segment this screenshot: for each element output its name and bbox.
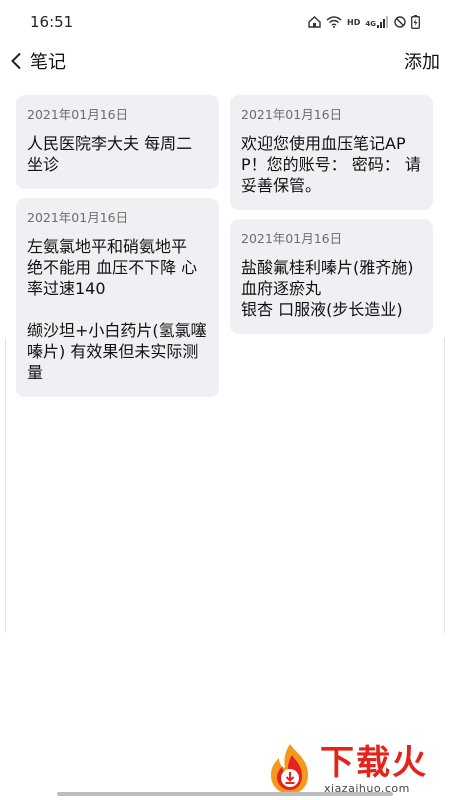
left-edge-divider (0, 338, 6, 633)
right-edge-divider (444, 338, 450, 633)
status-bar: 16:51 HD 4G (0, 0, 450, 44)
note-card[interactable]: 2021年01月16日 欢迎您使用血压笔记APP！您的账号： 密码： 请妥善保管… (230, 95, 433, 210)
wifi-icon (326, 16, 342, 28)
status-time: 16:51 (30, 13, 74, 31)
note-text: 欢迎您使用血压笔记APP！您的账号： 密码： 请妥善保管。 (241, 134, 421, 195)
nav-bar: 笔记 添加 (0, 44, 450, 78)
watermark-text: 下载火 xiazaihuo.com (320, 744, 428, 795)
home-indicator[interactable] (57, 792, 393, 796)
note-text: 人民医院李大夫 每周二坐诊 (27, 134, 193, 174)
flame-download-logo-icon (262, 741, 318, 797)
add-button[interactable]: 添加 (404, 48, 440, 74)
note-card[interactable]: 2021年01月16日 人民医院李大夫 每周二坐诊 (16, 95, 219, 189)
note-date: 2021年01月16日 (241, 231, 343, 246)
note-date: 2021年01月16日 (27, 107, 129, 122)
status-icons: HD 4G (308, 15, 420, 29)
note-date: 2021年01月16日 (27, 210, 129, 225)
back-button[interactable]: 笔记 (6, 48, 66, 74)
notes-column-right: 2021年01月16日 欢迎您使用血压笔记APP！您的账号： 密码： 请妥善保管… (230, 95, 433, 397)
note-date: 2021年01月16日 (241, 107, 343, 122)
home-indicator-bar (57, 792, 393, 796)
do-not-disturb-icon (394, 16, 406, 28)
signal-label: 4G (365, 20, 376, 28)
page-title: 笔记 (30, 52, 66, 73)
note-card[interactable]: 2021年01月16日 盐酸氟桂利嗪片(雅齐施) 血府逐瘀丸 银杏 口服液(步长… (230, 219, 433, 334)
home-icon (308, 16, 321, 28)
battery-icon (411, 15, 420, 29)
hd-icon: HD (347, 17, 361, 27)
notes-column-left: 2021年01月16日 人民医院李大夫 每周二坐诊 2021年01月16日 左氨… (16, 95, 219, 397)
signal-icon: 4G (365, 16, 389, 28)
note-card[interactable]: 2021年01月16日 左氨氯地平和硝氨地平 绝不能用 血压不下降 心率过速14… (16, 198, 219, 397)
notes-grid: 2021年01月16日 人民医院李大夫 每周二坐诊 2021年01月16日 左氨… (16, 95, 434, 397)
note-text: 盐酸氟桂利嗪片(雅齐施) 血府逐瘀丸 银杏 口服液(步长造业) (241, 258, 414, 319)
watermark: 下载火 xiazaihuo.com (262, 740, 447, 798)
note-text: 左氨氯地平和硝氨地平 绝不能用 血压不下降 心率过速140 缬沙坦+小白药片(氢… (27, 237, 207, 382)
watermark-title: 下载火 (320, 742, 428, 783)
chevron-left-icon (6, 51, 26, 71)
